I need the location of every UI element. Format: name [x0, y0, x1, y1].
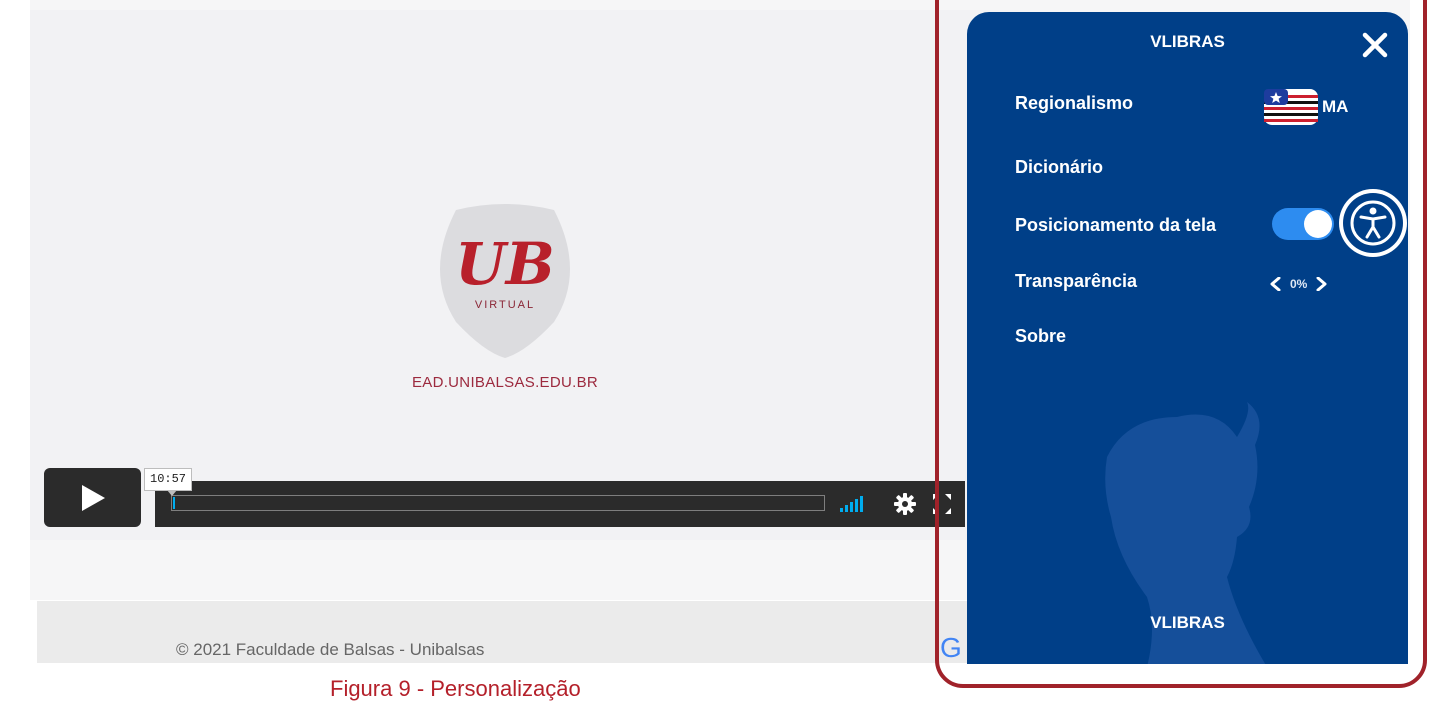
- region-code: MA: [1322, 97, 1349, 116]
- menu-posicionamento[interactable]: Posicionamento da tela: [1015, 215, 1216, 236]
- increase-transparency-button[interactable]: [1315, 273, 1329, 295]
- vlibras-title: VLIBRAS: [1150, 32, 1225, 51]
- play-icon: [81, 484, 105, 511]
- menu-regionalismo[interactable]: Regionalismo: [1015, 93, 1133, 114]
- chevron-right-icon: [1316, 277, 1327, 291]
- menu-sobre[interactable]: Sobre: [1015, 326, 1066, 347]
- play-button[interactable]: [44, 468, 141, 527]
- vlibras-panel: VLIBRAS Regionalismo MA Dicionário Posic…: [967, 12, 1408, 664]
- logo-subtitle: VIRTUAL: [475, 299, 535, 311]
- decrease-transparency-button[interactable]: [1268, 273, 1282, 295]
- fullscreen-icon[interactable]: [932, 493, 952, 515]
- google-logo-fragment: G: [940, 632, 962, 663]
- logo-letters: UB: [455, 230, 555, 298]
- chevron-left-icon: [1270, 277, 1281, 291]
- accessibility-button[interactable]: [1339, 189, 1407, 257]
- maranhao-flag-icon: [1264, 89, 1318, 125]
- logo-url-text: EAD.UNIBALSAS.EDU.BR: [411, 374, 599, 391]
- volume-icon[interactable]: [840, 495, 868, 513]
- footer-copyright: © 2021 Faculdade de Balsas - Unibalsas: [176, 640, 485, 659]
- progress-fill: [173, 497, 175, 509]
- player-controls: [155, 481, 965, 527]
- unibalsas-logo: UB VIRTUAL: [440, 204, 570, 358]
- menu-transparencia[interactable]: Transparência: [1015, 271, 1137, 292]
- menu-dicionario[interactable]: Dicionário: [1015, 157, 1103, 178]
- gear-icon[interactable]: [893, 492, 917, 516]
- transparency-stepper: 0%: [1268, 272, 1329, 296]
- vlibras-footer-label: VLIBRAS: [1150, 613, 1225, 632]
- toggle-knob: [1304, 210, 1332, 238]
- accessibility-button-inner: [1343, 193, 1403, 253]
- close-icon[interactable]: [1360, 30, 1390, 60]
- region-selector[interactable]: MA: [1264, 89, 1348, 125]
- accessibility-icon: [1350, 200, 1396, 246]
- figure-caption: Figura 9 - Personalização: [330, 676, 581, 701]
- time-tooltip: 10:57: [144, 468, 193, 496]
- progress-bar[interactable]: [171, 495, 825, 511]
- transparency-value: 0%: [1290, 277, 1308, 291]
- positioning-toggle[interactable]: [1272, 208, 1334, 240]
